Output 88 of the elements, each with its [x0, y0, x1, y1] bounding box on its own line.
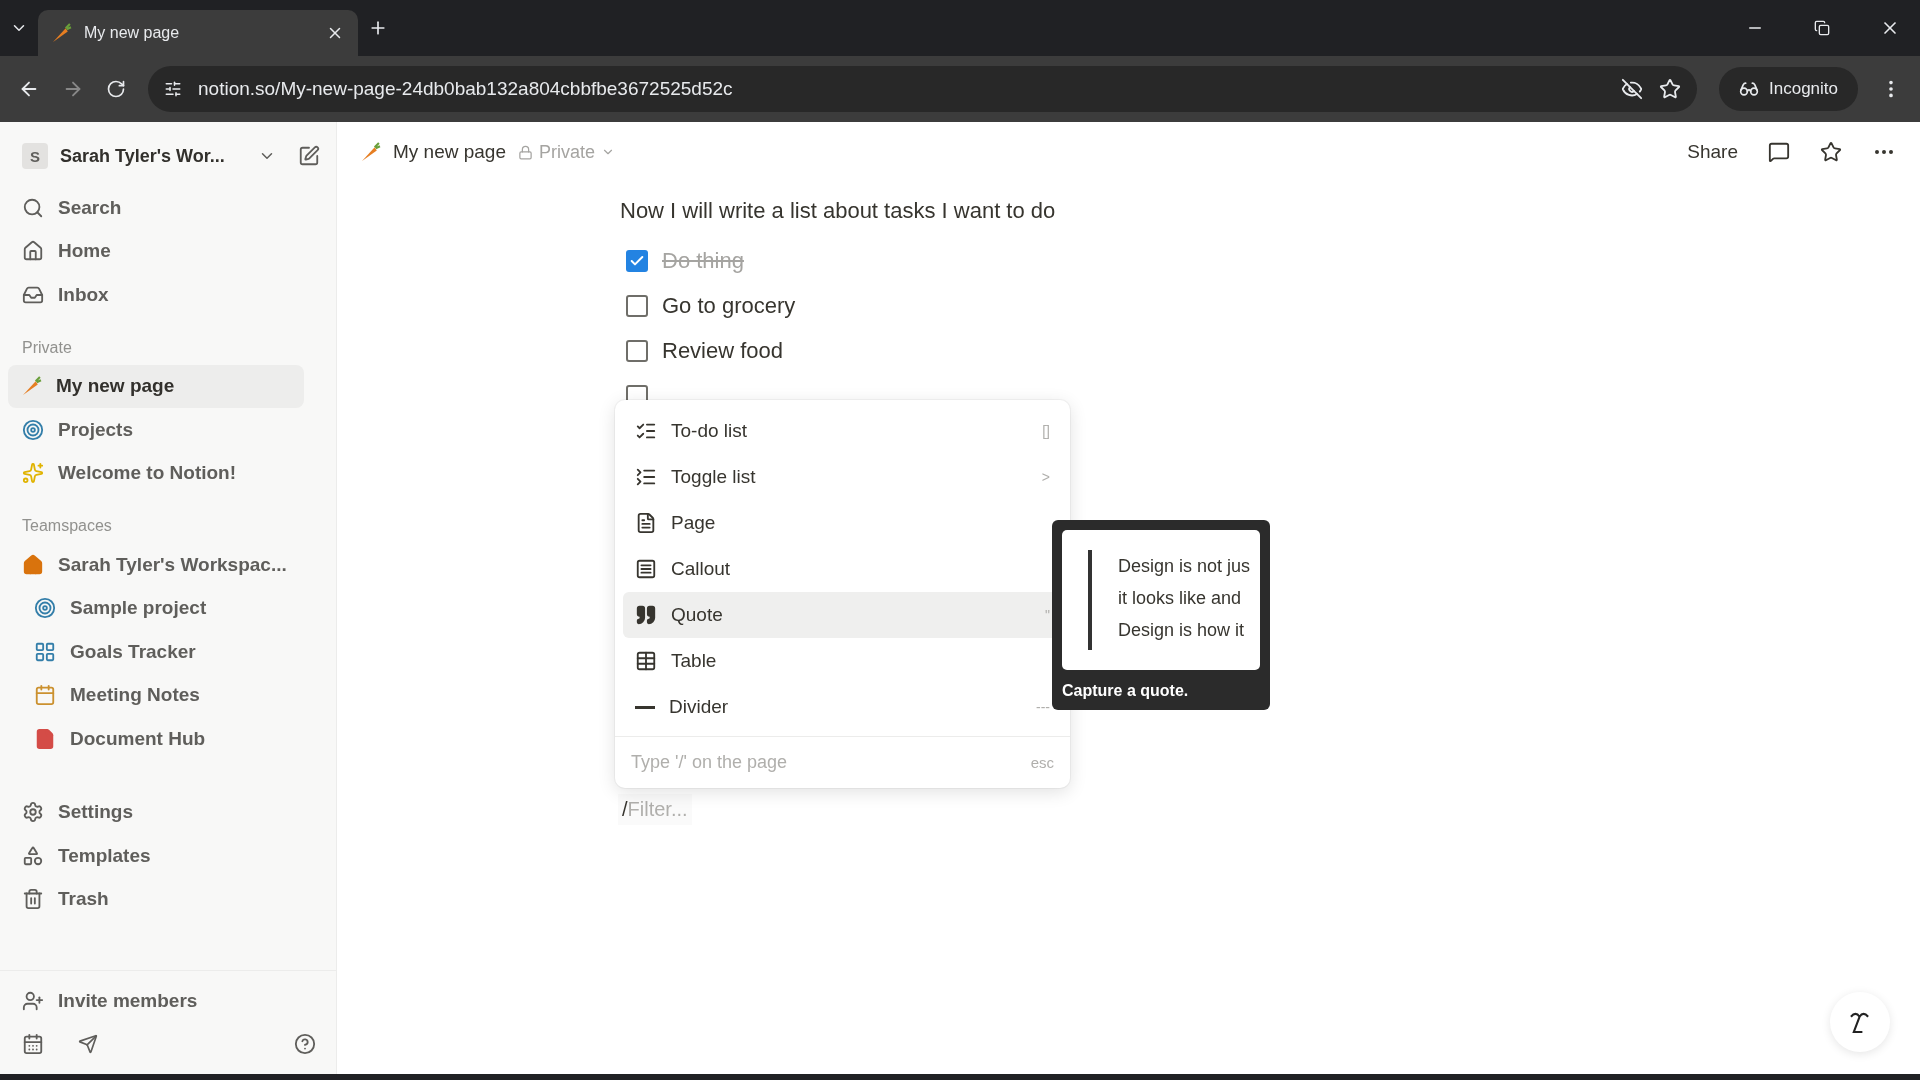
tab-title: My new page — [84, 24, 180, 42]
invite-members-item[interactable]: Invite members — [8, 979, 304, 1023]
menu-hint: Type '/' on the page — [631, 752, 787, 773]
menu-item[interactable]: Callout — [623, 546, 1062, 592]
comment-icon[interactable] — [1768, 141, 1790, 163]
carrot-icon — [22, 376, 42, 397]
tooltip-caption: Capture a quote. — [1062, 682, 1190, 700]
site-settings-icon[interactable] — [164, 80, 182, 98]
todo-text: Go to grocery — [662, 292, 796, 319]
sidebar-item[interactable]: Projects — [8, 408, 304, 452]
target-icon — [34, 597, 56, 620]
section-title: Teamspaces — [21, 516, 113, 536]
sidebar-item[interactable]: Home — [8, 229, 304, 273]
sidebar-item[interactable]: Trash — [8, 877, 304, 921]
glasses-icon — [1739, 79, 1759, 99]
slash-text: / — [622, 798, 628, 821]
document-icon — [34, 727, 56, 750]
sidebar-item[interactable]: Inbox — [8, 273, 304, 317]
new-page-icon[interactable] — [298, 145, 320, 167]
shapes-icon — [22, 844, 44, 867]
search-icon — [22, 196, 44, 219]
target-icon — [22, 418, 44, 441]
browser-tab[interactable]: My new page — [38, 10, 358, 56]
assistant-button[interactable] — [1830, 992, 1890, 1052]
shortcut-hint: [] — [1042, 423, 1050, 439]
section-title: Private — [21, 337, 73, 358]
help-icon[interactable] — [294, 1033, 316, 1056]
filter-field[interactable]: /Filter... — [618, 794, 692, 825]
sidebar-item[interactable]: Goals Tracker — [8, 630, 304, 674]
checkbox[interactable] — [626, 294, 648, 317]
house-icon — [22, 553, 44, 576]
sidebar-item[interactable]: Document Hub — [8, 717, 304, 761]
filter-placeholder: Filter... — [627, 798, 688, 821]
breadcrumb[interactable]: My new page — [393, 141, 506, 163]
calendar-icon — [34, 684, 56, 707]
user-plus-icon — [22, 989, 44, 1012]
shortcut-hint: > — [1041, 469, 1050, 485]
sidebar-item[interactable]: Meeting Notes — [8, 673, 304, 717]
menu-item[interactable]: To-do list [] — [623, 408, 1062, 454]
callout-icon — [635, 558, 657, 580]
sparkles-icon — [22, 462, 44, 485]
carrot-icon — [361, 142, 381, 162]
home-icon — [22, 240, 44, 263]
checkbox[interactable] — [626, 249, 648, 272]
page-icon — [635, 512, 657, 534]
incognito-button[interactable]: Incognito — [1719, 67, 1858, 111]
preview-text: Design is not jus — [1118, 555, 1251, 578]
menu-item[interactable]: Table — [623, 638, 1062, 684]
menu-item[interactable]: Toggle list > — [623, 454, 1062, 500]
sidebar-item[interactable]: Templates — [8, 834, 304, 878]
todo-text: Do thing — [662, 247, 744, 274]
lock-icon — [518, 144, 533, 160]
sidebar-item[interactable]: My new page — [8, 364, 304, 408]
toggle-list-icon — [635, 466, 657, 488]
reload-icon[interactable] — [106, 79, 126, 99]
sidebar-item[interactable]: Sample project — [8, 586, 304, 630]
checkbox[interactable] — [626, 339, 648, 362]
star-icon[interactable] — [1820, 141, 1842, 163]
sidebar-item[interactable]: Sarah Tyler's Workspac... — [8, 543, 304, 587]
todo-text: Review food — [662, 337, 784, 364]
url-text: notion.so/My-new-page-24db0bab132a804cbbfbe3672525d52c — [198, 78, 733, 100]
workspace-avatar: S — [22, 143, 48, 169]
table-icon — [635, 650, 657, 672]
restore-icon[interactable] — [1814, 20, 1830, 36]
calendar-icon[interactable] — [22, 1033, 44, 1056]
shortcut-hint: " — [1045, 607, 1050, 623]
sidebar-item[interactable]: Settings — [8, 790, 304, 834]
sidebar-item[interactable]: Search — [8, 186, 304, 230]
divider-icon — [635, 705, 655, 709]
grid-icon — [34, 640, 56, 663]
preview-text: it looks like and — [1118, 587, 1243, 610]
paragraph: Now I will write a list about tasks I want to do — [620, 198, 1057, 225]
menu-item[interactable]: Page — [623, 500, 1062, 546]
address-bar[interactable]: notion.so/My-new-page-24db0bab132a804cbbfbe3672525d52c — [148, 66, 1697, 112]
share-button[interactable]: Share — [1687, 141, 1738, 163]
carrot-icon — [52, 23, 72, 43]
settings-icon — [22, 801, 44, 824]
preview-text: Design is how it — [1118, 619, 1246, 642]
workspace-name[interactable]: Sarah Tyler's Wor... — [60, 145, 225, 167]
sidebar-item[interactable]: Welcome to Notion! — [8, 451, 304, 495]
eye-off-icon[interactable] — [1621, 78, 1643, 100]
esc-hint: esc — [1030, 754, 1054, 771]
send-icon[interactable] — [78, 1034, 98, 1055]
trash-icon — [22, 888, 44, 911]
shortcut-hint: --- — [1036, 699, 1050, 715]
menu-item[interactable]: Divider --- — [623, 684, 1062, 730]
quote-icon — [635, 604, 657, 626]
squiggle-icon — [1850, 1010, 1870, 1034]
